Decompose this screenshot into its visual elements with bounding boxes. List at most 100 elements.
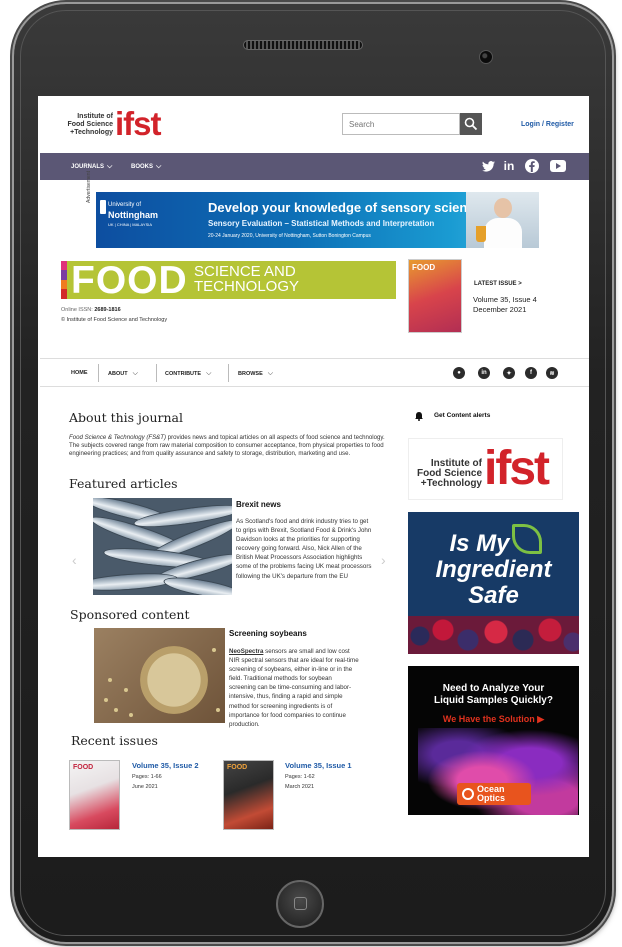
nav-browse-label: BROWSE	[238, 371, 263, 377]
issue-cover[interactable]: FOOD	[223, 760, 274, 830]
ad2-line-1: Need to Analyze Your	[442, 683, 545, 694]
rss-icon[interactable]: ≋	[546, 367, 558, 379]
login-register-link[interactable]: Login / Register	[521, 121, 574, 128]
nav-home[interactable]: HOME	[71, 370, 88, 376]
nav-about[interactable]: ABOUT ⌵	[108, 370, 138, 378]
masthead-color-strip	[61, 261, 67, 299]
sponsored-body: sensors are small and low cost NIR spect…	[229, 648, 359, 728]
masthead-line-2: TECHNOLOGY	[194, 278, 300, 295]
issue-cover[interactable]: FOOD	[69, 760, 120, 830]
camera-icon	[479, 50, 493, 64]
journals-label: JOURNALS	[71, 164, 105, 170]
ifst-mark: ifst	[115, 105, 161, 142]
featured-heading: Featured articles	[69, 476, 178, 491]
search-box	[342, 113, 460, 135]
latest-issue-date: December 2021	[473, 305, 527, 314]
sponsored-image[interactable]	[94, 628, 225, 723]
issn-value: 2689-1816	[94, 307, 121, 313]
divider	[40, 386, 589, 387]
ad-university-line-3: UK | CHINA | MALAYSIA	[108, 222, 153, 227]
ad-university-line-1: University of	[108, 202, 142, 208]
ad2-question: Need to Analyze Your Liquid Samples Quic…	[408, 683, 579, 707]
facebook-icon[interactable]: f	[525, 367, 537, 379]
journal-name: Food Science & Technology (FS&T)	[69, 434, 166, 441]
linkedin-icon[interactable]: in	[478, 367, 490, 379]
books-label: BOOKS	[131, 164, 154, 170]
latest-issue-volume: Volume 35, Issue 4	[473, 295, 537, 304]
ad1-line-1: Is My	[449, 530, 510, 557]
sponsored-text: NeoSpectra sensors are small and low cos…	[229, 647, 359, 729]
carousel-prev-arrow[interactable]: ‹	[72, 552, 77, 568]
linkedin-icon[interactable]: in	[502, 159, 516, 173]
ad2-solution: We Have the Solution ▶	[442, 714, 545, 724]
books-menu[interactable]: BOOKS ⌵	[131, 163, 161, 171]
latest-issue-cover[interactable]: FOOD	[408, 259, 462, 333]
nav-browse[interactable]: BROWSE ⌵	[238, 370, 273, 378]
masthead-subtitle: SCIENCE AND TECHNOLOGY	[194, 264, 299, 294]
copyright: © Institute of Food Science and Technolo…	[61, 317, 168, 323]
journals-menu[interactable]: JOURNALS ⌵	[71, 163, 112, 171]
ingredient-safe-ad[interactable]: Is My Ingredient Safe	[408, 512, 579, 654]
search-button[interactable]	[460, 113, 482, 135]
issue-volume-link[interactable]: Volume 35, Issue 1	[285, 761, 352, 770]
sidebar-logo-text: Institute of Food Science +Technology	[416, 459, 482, 489]
featured-article-title[interactable]: Brexit news	[236, 500, 281, 509]
nottingham-crest-icon	[100, 200, 106, 214]
ocean-optics-ad[interactable]: Need to Analyze Your Liquid Samples Quic…	[408, 666, 579, 815]
nav-separator	[228, 364, 229, 382]
journal-masthead: FOOD SCIENCE AND TECHNOLOGY	[61, 261, 396, 299]
ad-details: 20-24 January 2020, University of Nottin…	[208, 233, 371, 239]
latest-issue-link[interactable]: LATEST ISSUE >	[474, 281, 522, 287]
advertisement-label: Advertisement	[86, 171, 92, 203]
site-header: Institute of Food Science +Technology if…	[38, 96, 589, 152]
facebook-icon[interactable]	[525, 159, 539, 173]
screen: Institute of Food Science +Technology if…	[38, 96, 589, 857]
search-icon	[464, 117, 478, 131]
top-nav-bar: JOURNALS ⌵ BOOKS ⌵ in	[40, 153, 589, 180]
chevron-down-icon: ⌵	[156, 163, 162, 170]
carousel-next-arrow[interactable]: ›	[381, 552, 386, 568]
sidebar-ifst-mark: ifst	[484, 442, 550, 495]
youtube-icon[interactable]	[550, 159, 566, 173]
masthead-food: FOOD	[71, 261, 188, 299]
sponsored-title[interactable]: Screening soybeans	[229, 629, 307, 638]
ad1-line-2: Ingredient	[435, 556, 552, 583]
issue-volume-link[interactable]: Volume 35, Issue 2	[132, 761, 199, 770]
featured-article-image[interactable]	[93, 498, 232, 595]
sidebar-ifst-logo[interactable]: Institute of Food Science +Technology if…	[408, 438, 563, 500]
nav-separator	[156, 364, 157, 382]
nav-contribute-label: CONTRIBUTE	[165, 371, 202, 377]
ad2-line-2: Liquid Samples Quickly?	[434, 695, 553, 706]
twitter-icon[interactable]	[481, 159, 495, 173]
ocean-optics-logo: Ocean Optics	[457, 783, 531, 805]
ad1-line-3: Safe	[468, 582, 519, 609]
search-input[interactable]	[343, 114, 435, 135]
about-heading: About this journal	[69, 410, 183, 425]
ad-subheadline: Sensory Evaluation – Statistical Methods…	[208, 219, 435, 228]
nav-contribute[interactable]: CONTRIBUTE ⌵	[165, 370, 211, 378]
logo-text: Institute of Food Science +Technology	[61, 113, 113, 137]
bell-icon[interactable]: ●	[453, 367, 465, 379]
ad-banner[interactable]: University of Nottingham UK | CHINA | MA…	[96, 192, 539, 248]
nav-separator	[98, 364, 99, 382]
bell-icon	[415, 412, 423, 421]
home-square-icon	[294, 897, 307, 910]
home-button[interactable]	[276, 880, 324, 928]
issue-date: March 2021	[285, 784, 315, 790]
latest-issue-info: Volume 35, Issue 4 December 2021	[473, 295, 537, 315]
chevron-down-icon: ⌵	[267, 370, 274, 377]
ifst-logo[interactable]: Institute of Food Science +Technology if…	[61, 105, 171, 142]
issue-pages: Pages: 1-62	[285, 774, 315, 780]
divider	[40, 358, 589, 359]
issue-pages: Pages: 1-66	[132, 774, 162, 780]
chevron-down-icon: ⌵	[206, 370, 212, 377]
logo-line-1: Institute of	[77, 113, 113, 120]
ad-university-line-2: Nottingham	[108, 210, 158, 220]
latest-cover-title: FOOD	[412, 263, 436, 272]
twitter-icon[interactable]: ✦	[503, 367, 515, 379]
neospectra-link[interactable]: NeoSpectra	[229, 648, 263, 655]
chevron-down-icon: ⌵	[132, 370, 138, 377]
content-alerts-link[interactable]: Get Content alerts	[434, 412, 490, 419]
logo-line-3: +Technology	[70, 129, 113, 136]
chevron-down-icon: ⌵	[107, 163, 113, 170]
